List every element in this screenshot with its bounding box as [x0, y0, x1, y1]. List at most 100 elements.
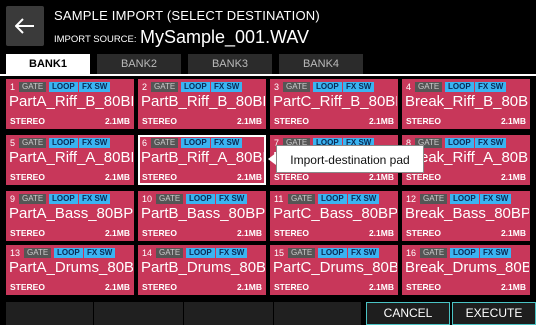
tag-fxsw: FX SW — [79, 82, 111, 92]
pad-sample-name: PartB_Riff_A_80BPM — [141, 149, 265, 166]
tag-loop: LOOP — [181, 82, 210, 92]
pad-sample-name: PartC_Drums_80BPM — [273, 259, 397, 276]
tag-loop: LOOP — [49, 194, 78, 204]
tag-loop: LOOP — [450, 194, 479, 204]
tag-gate: GATE — [24, 248, 52, 258]
pad-number: 14 — [142, 248, 153, 258]
pad-size: 2.1MB — [236, 282, 262, 292]
pad-size: 2.1MB — [500, 228, 526, 238]
tag-loop: LOOP — [318, 194, 347, 204]
pad-size: 2.1MB — [104, 228, 130, 238]
footer-slot-4[interactable] — [274, 302, 362, 325]
pad-number: 11 — [274, 194, 284, 204]
tag-fxsw: FX SW — [343, 82, 375, 92]
pad-number: 2 — [142, 82, 148, 92]
tag-gate: GATE — [151, 82, 179, 92]
pad-mode: STEREO — [274, 282, 309, 292]
tag-loop: LOOP — [313, 82, 342, 92]
tag-gate: GATE — [288, 248, 316, 258]
pad-size: 2.1MB — [104, 282, 130, 292]
tag-fxsw: FX SW — [348, 194, 380, 204]
tag-gate: GATE — [19, 138, 47, 148]
tag-loop: LOOP — [49, 82, 78, 92]
pad-number: 16 — [406, 248, 417, 258]
pad-15[interactable]: 15GATELOOPFX SWPartC_Drums_80BPM STEREO 2.… — [270, 245, 398, 295]
pad-sample-name: PartA_Riff_A_80BPM — [9, 149, 133, 166]
tag-fxsw: FX SW — [79, 194, 111, 204]
pad-9[interactable]: 9 GATE LOOP FX SW PartA_Bass_80BPM STEREO 2.1M… — [6, 191, 134, 241]
pad-sample-name: PartC_Bass_80BPM — [273, 205, 397, 222]
pad-16[interactable]: 16GATELOOPFX SWBreak_Drums_80BPM STEREO 2.… — [402, 245, 530, 295]
pad-mode: STEREO — [10, 282, 45, 292]
header: SAMPLE IMPORT (SELECT DESTINATION) IMPOR… — [0, 0, 536, 52]
pad-mode: STEREO — [142, 282, 177, 292]
pad-size: 2.1MB — [368, 228, 394, 238]
pad-size: 2.1MB — [236, 172, 262, 182]
pad-mode: STEREO — [142, 116, 177, 126]
tag-fxsw: FX SW — [216, 248, 248, 258]
back-button[interactable] — [6, 6, 44, 46]
pad-mode: STEREO — [274, 228, 309, 238]
pad-10[interactable]: 10 GATE LOOP FX SW PartB_Bass_80BPM STEREO 2.1… — [138, 191, 266, 241]
pad-11[interactable]: 11 GATE LOOP FX SW PartC_Bass_80BPM STEREO 2.1… — [270, 191, 398, 241]
tab-bank2[interactable]: BANK2 — [97, 54, 181, 74]
tag-gate: GATE — [420, 248, 448, 258]
pad-number: 6 — [142, 138, 148, 148]
pad-14[interactable]: 14GATELOOPFX SWPartB_Drums_80BPM STEREO 2.… — [138, 245, 266, 295]
pad-size: 2.1MB — [236, 228, 262, 238]
pad-sample-name: PartB_Drums_80BPM — [141, 259, 265, 276]
pad-1[interactable]: 1GATELOOPFX SWPartA_Riff_B_80BPM STEREO 2.… — [6, 79, 134, 129]
pad-number: 4 — [406, 82, 412, 92]
tag-gate: GATE — [19, 194, 47, 204]
pad-number: 10 — [142, 194, 153, 204]
pad-13[interactable]: 13GATELOOPFX SWPartA_Drums_80BPM STEREO 2.… — [6, 245, 134, 295]
tag-fxsw: FX SW — [475, 82, 507, 92]
pad-sample-name: Break_Drums_80BPM — [405, 259, 529, 276]
footer: CANCEL EXECUTE — [0, 300, 536, 325]
pad-2[interactable]: 2GATELOOPFX SWPartB_Riff_B_80BPM STEREO 2.… — [138, 79, 266, 129]
pad-number: 1 — [10, 82, 16, 92]
pad-size: 2.1MB — [368, 282, 394, 292]
pad-size: 2.1MB — [236, 116, 262, 126]
pad-12[interactable]: 12GATELOOPFX SWBreak_Bass_80BPM STEREO 2.1… — [402, 191, 530, 241]
pad-size: 2.1MB — [500, 282, 526, 292]
pad-sample-name: PartC_Riff_B_80BPM — [273, 93, 397, 110]
pad-3[interactable]: 3GATELOOPFX SWPartC_Riff_B_80BPM STEREO 2.… — [270, 79, 398, 129]
tag-fxsw: FX SW — [480, 248, 512, 258]
pad-4[interactable]: 4GATELOOPFX SWBreak_Riff_B_80BPM STEREO 2.… — [402, 79, 530, 129]
tab-bank3[interactable]: BANK3 — [188, 54, 272, 74]
pad-size: 2.1MB — [368, 116, 394, 126]
pad-sample-name: PartA_Drums_80BPM — [9, 259, 133, 276]
tab-bank1[interactable]: BANK1 — [6, 54, 90, 74]
pad-size: 2.1MB — [500, 116, 526, 126]
pad-sample-name: PartA_Riff_B_80BPM — [9, 93, 133, 110]
tag-loop: LOOP — [54, 248, 83, 258]
pad-number: 12 — [406, 194, 417, 204]
tab-bank4[interactable]: BANK4 — [279, 54, 363, 74]
pad-5[interactable]: 5GATELOOPFX SWPartA_Riff_A_80BPM STEREO 2.… — [6, 135, 134, 185]
pad-6[interactable]: 6GATELOOPFX SWPartB_Riff_A_80BPM STEREO 2.… — [138, 135, 266, 185]
cancel-button[interactable]: CANCEL — [366, 302, 450, 325]
execute-button[interactable]: EXECUTE — [452, 302, 536, 325]
footer-slot-2[interactable] — [94, 302, 184, 325]
tooltip-arrow — [268, 153, 276, 165]
tag-loop: LOOP — [49, 138, 78, 148]
pad-number: 9 — [10, 194, 16, 204]
tag-fxsw: FX SW — [480, 194, 512, 204]
tag-gate: GATE — [151, 138, 179, 148]
pad-mode: STEREO — [10, 116, 45, 126]
pad-mode: STEREO — [10, 228, 45, 238]
pad-mode: STEREO — [274, 116, 309, 126]
footer-slot-1[interactable] — [6, 302, 94, 325]
tag-loop: LOOP — [445, 138, 474, 148]
tag-gate: GATE — [156, 194, 184, 204]
tag-gate: GATE — [288, 194, 316, 204]
footer-slot-3[interactable] — [184, 302, 274, 325]
pad-number: 15 — [274, 248, 285, 258]
tag-gate: GATE — [415, 82, 443, 92]
pad-size: 2.1MB — [104, 116, 130, 126]
tag-loop: LOOP — [445, 82, 474, 92]
pad-mode: STEREO — [406, 172, 441, 182]
tag-gate: GATE — [420, 194, 448, 204]
pad-sample-name: Break_Bass_80BPM — [405, 205, 529, 222]
